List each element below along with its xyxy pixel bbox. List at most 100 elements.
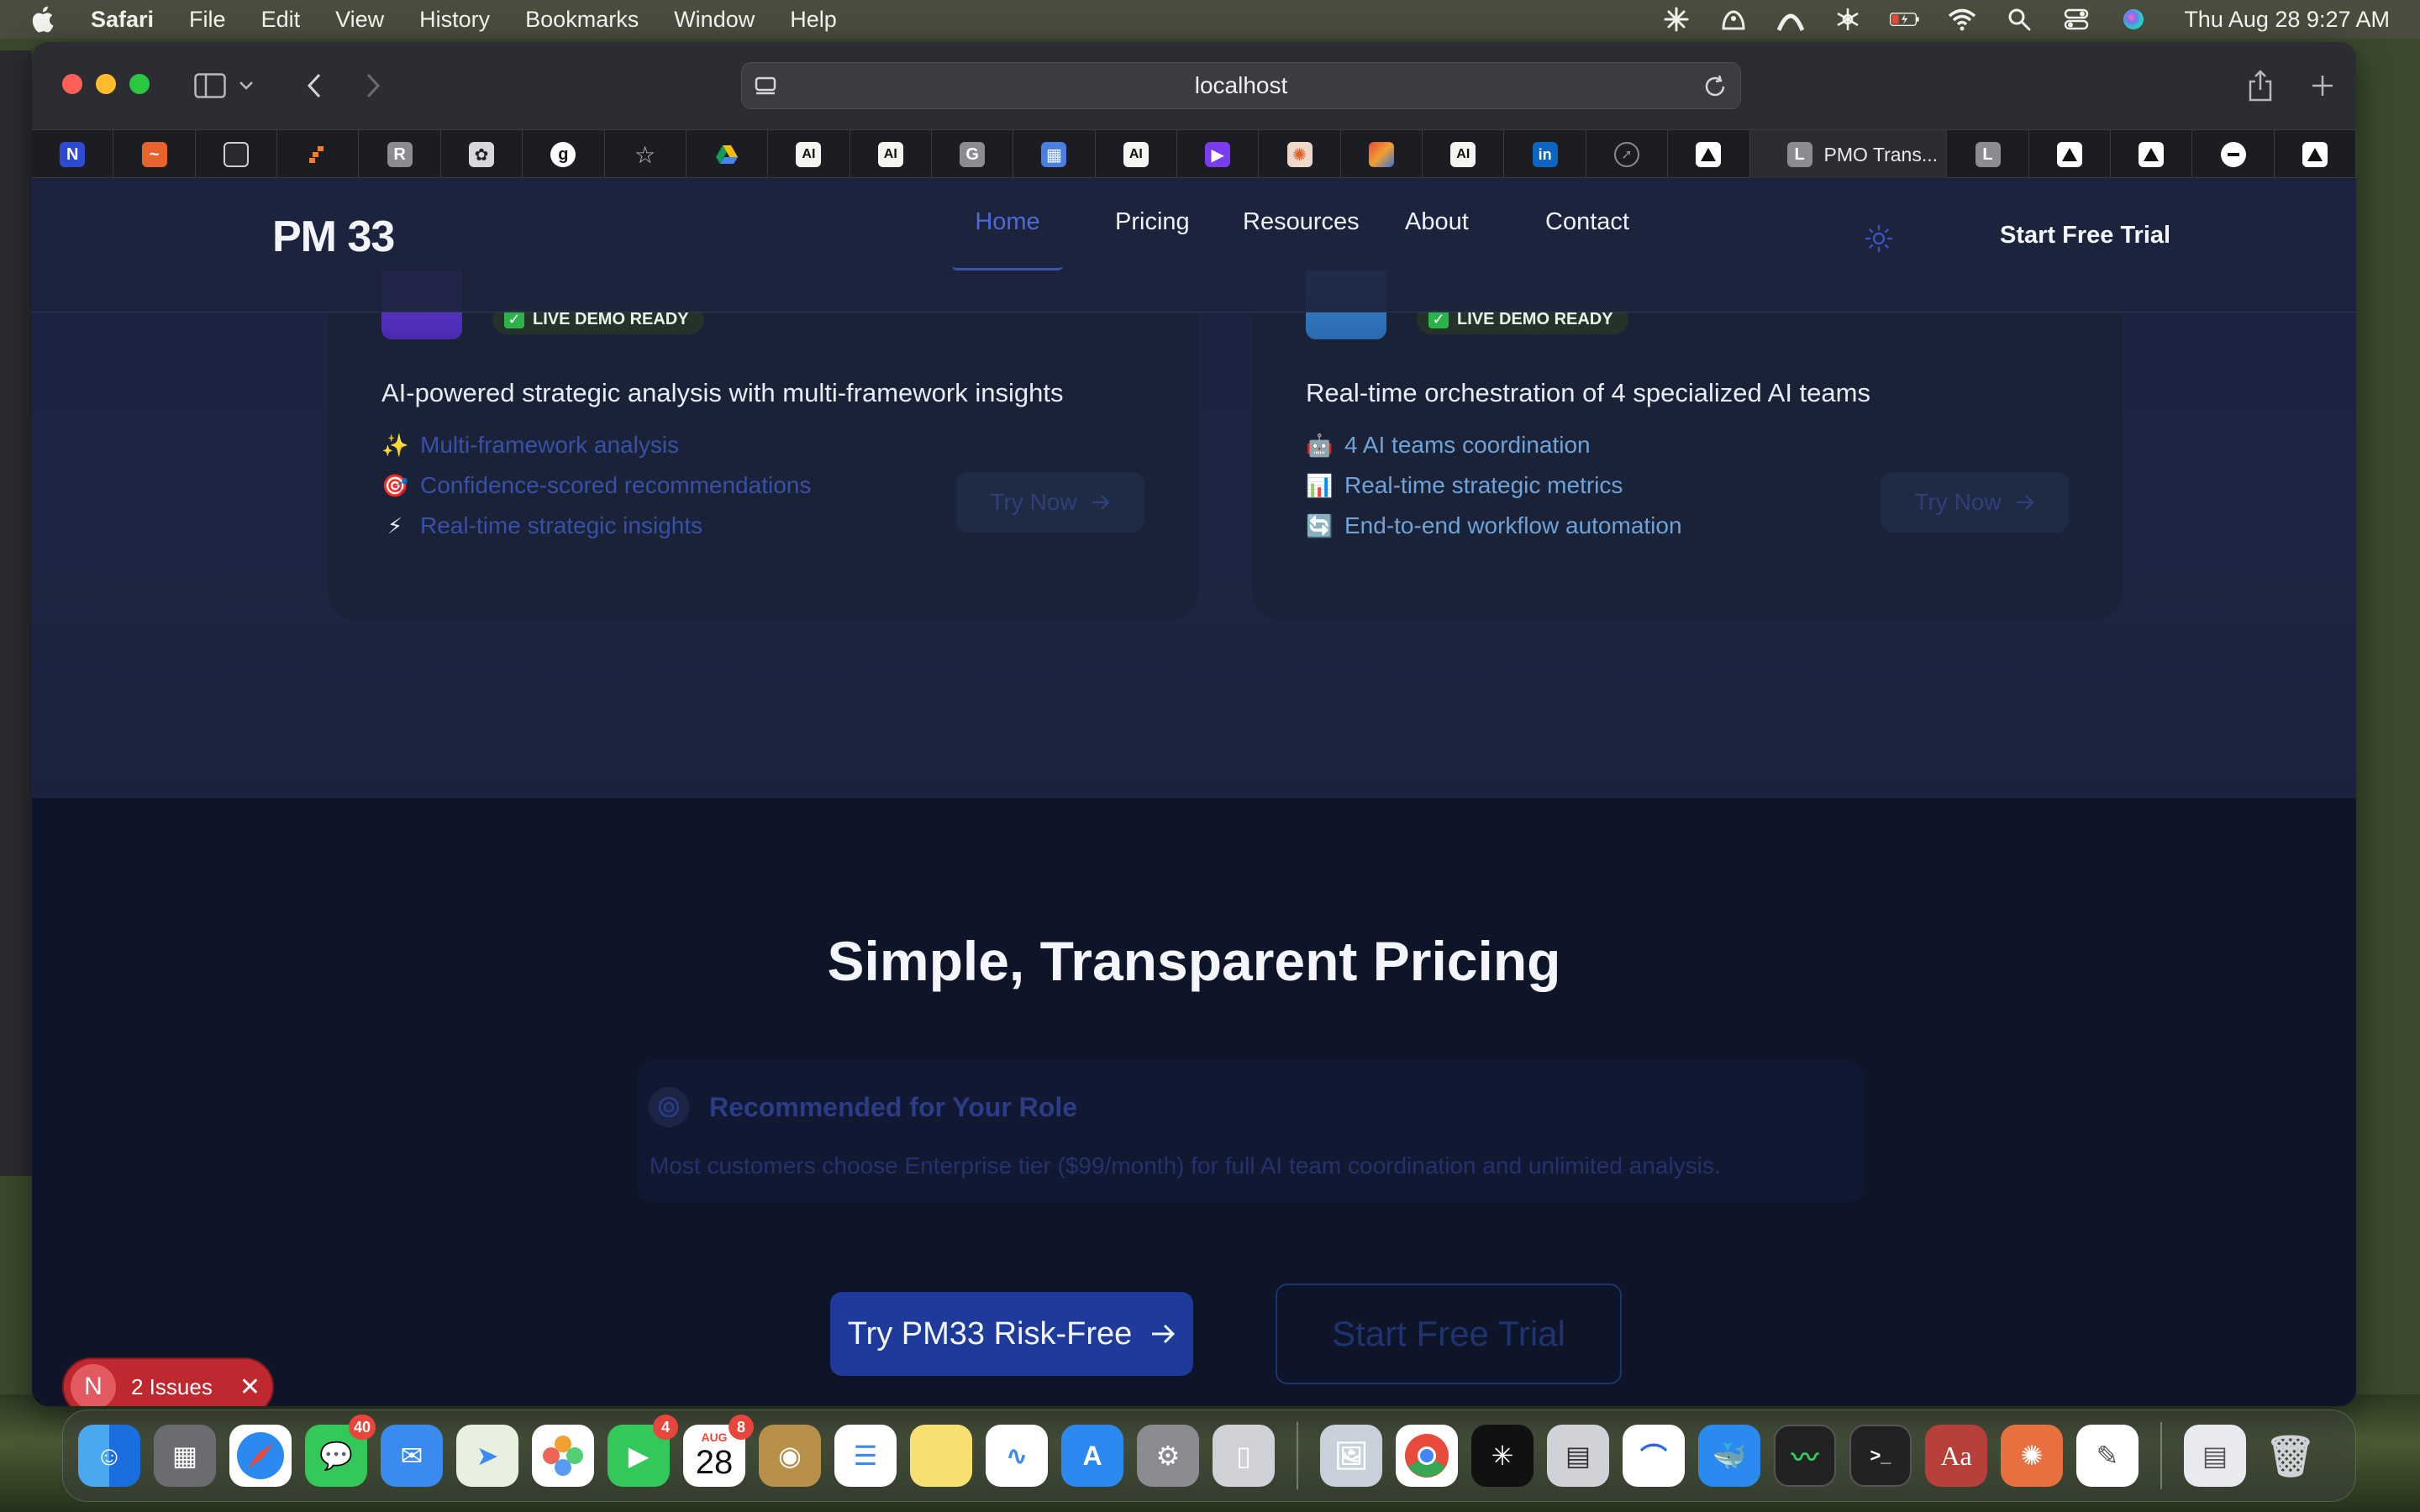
trash-icon[interactable]: 🗑 — [2260, 1425, 2322, 1487]
tab-r[interactable]: R — [359, 130, 441, 179]
tab-notion[interactable]: N — [32, 130, 114, 179]
menu-edit[interactable]: Edit — [261, 7, 301, 33]
tab-anthropic-1[interactable]: AI — [768, 130, 850, 179]
nav-about[interactable]: About — [1405, 208, 1469, 236]
tab-linkedin[interactable]: in — [1504, 130, 1586, 179]
menu-help[interactable]: Help — [790, 7, 837, 33]
terminal-icon[interactable]: >_ — [1849, 1425, 1912, 1487]
tab-drive[interactable] — [687, 130, 769, 179]
minimize-window-button[interactable] — [96, 74, 116, 94]
tab-dots[interactable] — [277, 130, 360, 179]
iphone-mirroring-icon[interactable]: ▯ — [1213, 1425, 1275, 1487]
try-now-button[interactable]: Try Now — [956, 472, 1144, 533]
sun-icon[interactable] — [1864, 223, 1894, 254]
asterisk-status-icon[interactable] — [1661, 4, 1691, 34]
textedit-icon[interactable]: ✎ — [2076, 1425, 2139, 1487]
close-window-button[interactable] — [62, 74, 82, 94]
tab-grid[interactable]: ▦ — [1013, 130, 1096, 179]
tab-circle[interactable] — [2192, 130, 2275, 179]
mail-icon[interactable]: ✉ — [381, 1425, 443, 1487]
chrome-icon[interactable] — [1396, 1425, 1458, 1487]
nav-resources[interactable]: Resources — [1243, 208, 1360, 236]
tab-triangle-4[interactable] — [2275, 130, 2356, 179]
perplexity-icon[interactable]: ✳ — [1471, 1425, 1534, 1487]
finder-icon[interactable]: ☺ — [78, 1425, 140, 1487]
launchpad-icon[interactable]: ▦ — [154, 1425, 216, 1487]
preview-icon[interactable]: 🖼 — [1320, 1425, 1382, 1487]
contacts-icon[interactable]: ◉ — [759, 1425, 821, 1487]
tab-anthropic-3[interactable]: AI — [1096, 130, 1178, 179]
arc-app-icon[interactable]: ⌒ — [1623, 1425, 1685, 1487]
notes-icon[interactable] — [910, 1425, 972, 1487]
spotlight-search-icon[interactable] — [2004, 4, 2034, 34]
tab-triangle-1[interactable] — [1668, 130, 1750, 179]
maps-icon[interactable]: ➤ — [456, 1425, 518, 1487]
new-tab-icon[interactable] — [2306, 69, 2339, 102]
tab-claude[interactable]: ✺ — [1259, 130, 1341, 179]
tab-colorful[interactable] — [1341, 130, 1423, 179]
dictionary-icon[interactable]: Aa — [1925, 1425, 1987, 1487]
back-icon[interactable] — [297, 69, 331, 102]
safari-icon[interactable] — [229, 1425, 292, 1487]
tab-g[interactable]: G — [932, 130, 1014, 179]
tab-l[interactable]: L — [1947, 130, 2029, 179]
menu-app-safari[interactable]: Safari — [91, 7, 154, 33]
claude-app-icon[interactable]: ✺ — [2001, 1425, 2063, 1487]
menu-view[interactable]: View — [335, 7, 384, 33]
apple-icon[interactable] — [30, 4, 57, 34]
nav-contact[interactable]: Contact — [1545, 208, 1629, 236]
system-settings-icon[interactable]: ⚙ — [1137, 1425, 1199, 1487]
freeform-icon[interactable]: ∿ — [986, 1425, 1048, 1487]
tab-purple[interactable]: ▶ — [1177, 130, 1260, 179]
menu-history[interactable]: History — [419, 7, 490, 33]
tab-compass[interactable]: ➚ — [1586, 130, 1669, 179]
tab-star[interactable]: ☆ — [605, 130, 687, 179]
address-bar[interactable]: localhost — [741, 62, 1741, 109]
menu-window[interactable]: Window — [674, 7, 755, 33]
page-menu-icon[interactable] — [754, 75, 777, 98]
messages-icon[interactable]: 💬 40 — [305, 1415, 376, 1487]
site-logo[interactable]: PM 33 — [272, 212, 395, 262]
siri-icon[interactable] — [2118, 4, 2149, 34]
tab-anthropic-2[interactable]: AI — [850, 130, 932, 179]
arc-status-icon[interactable] — [1776, 4, 1806, 34]
tab-active-pmo[interactable]: L PMO Trans... — [1749, 130, 1948, 179]
nav-pricing[interactable]: Pricing — [1115, 208, 1190, 236]
reminders-icon[interactable]: ☰ — [834, 1425, 897, 1487]
reload-icon[interactable] — [1702, 73, 1728, 100]
tab-anthropic-4[interactable]: AI — [1423, 130, 1505, 179]
battery-icon[interactable] — [1890, 4, 1920, 34]
sidebar-toggle-icon[interactable] — [193, 69, 227, 102]
share-icon[interactable] — [2244, 69, 2277, 102]
chevron-down-icon[interactable] — [234, 69, 259, 102]
dev-issues-indicator[interactable]: N 2 Issues ✕ — [62, 1357, 274, 1406]
photos-icon[interactable] — [532, 1425, 594, 1487]
hands-status-icon[interactable] — [1718, 4, 1749, 34]
close-icon[interactable]: ✕ — [239, 1373, 260, 1402]
start-free-trial-button[interactable]: Start Free Trial — [1276, 1284, 1622, 1384]
control-center-icon[interactable] — [2061, 4, 2091, 34]
calculator-icon[interactable]: ▤ — [1547, 1425, 1609, 1487]
documents-folder-icon[interactable]: ▤ — [2184, 1425, 2246, 1487]
snowflake-status-icon[interactable] — [1833, 4, 1863, 34]
menu-file[interactable]: File — [189, 7, 226, 33]
calendar-icon[interactable]: AUG 28 8 — [683, 1415, 754, 1487]
forward-icon[interactable] — [356, 69, 390, 102]
menu-clock[interactable]: Thu Aug 28 9:27 AM — [2184, 7, 2390, 33]
tab-scan[interactable] — [196, 130, 278, 179]
menu-bookmarks[interactable]: Bookmarks — [525, 7, 639, 33]
app-store-icon[interactable]: A — [1061, 1425, 1123, 1487]
tab-orange-app[interactable]: ~ — [113, 130, 196, 179]
tab-triangle-2[interactable] — [2029, 130, 2112, 179]
nav-home[interactable]: Home — [952, 208, 1063, 236]
try-now-button[interactable]: Try Now — [1881, 472, 2069, 533]
wifi-icon[interactable] — [1947, 4, 1977, 34]
tab-openai[interactable]: ✿ — [441, 130, 523, 179]
activity-monitor-icon[interactable]: 〰 — [1774, 1425, 1836, 1487]
docker-icon[interactable]: 🐳 — [1698, 1425, 1760, 1487]
zoom-window-button[interactable] — [129, 74, 150, 94]
nav-start-free-trial[interactable]: Start Free Trial — [2000, 222, 2170, 249]
tab-g-circle[interactable]: g — [523, 130, 605, 179]
tab-triangle-3[interactable] — [2111, 130, 2193, 179]
try-risk-free-button[interactable]: Try PM33 Risk-Free — [830, 1292, 1193, 1376]
